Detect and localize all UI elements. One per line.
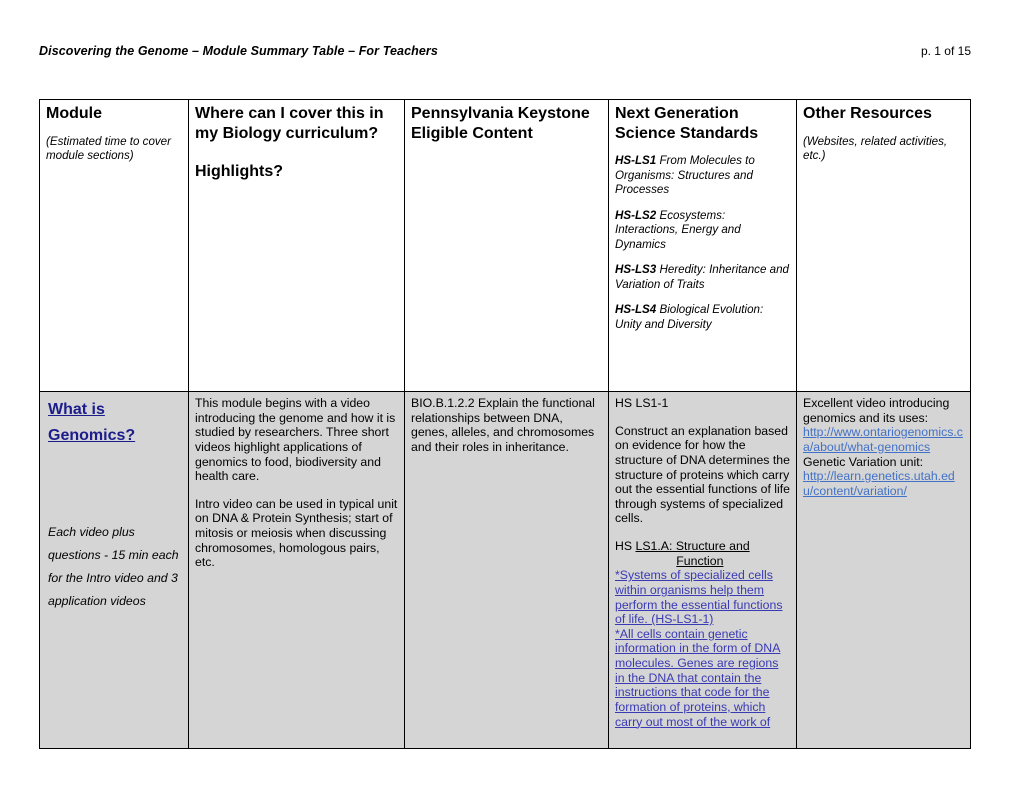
header-cell-ngss: Next Generation Science Standards HS-LS1… bbox=[608, 99, 797, 392]
cell-ngss-standards: HS LS1-1 Construct an explanation based … bbox=[608, 391, 797, 749]
ngss-bullet-1[interactable]: *Systems of specialized cells within org… bbox=[615, 568, 791, 627]
resource-link-learn-genetics[interactable]: http://learn.genetics.utah.edu/content/v… bbox=[803, 469, 965, 498]
table-row: What is Genomics? Each video plus questi… bbox=[39, 391, 971, 749]
ngss-performance-code: HS LS1-1 bbox=[615, 396, 669, 410]
resource-group-2: Genetic Variation unit: http://learn.gen… bbox=[803, 455, 965, 499]
document-title: Discovering the Genome – Module Summary … bbox=[39, 44, 438, 58]
curriculum-paragraph-2: Intro video can be used in typical unit … bbox=[195, 496, 398, 570]
ngss-standard-code: HS-LS1 bbox=[615, 154, 657, 168]
ngss-standard-code: HS-LS4 bbox=[615, 303, 657, 317]
ngss-disciplinary-core-idea: HS LS1.A: Structure and Function bbox=[615, 539, 791, 568]
cell-where-in-curriculum: This module begins with a video introduc… bbox=[188, 391, 405, 749]
column-subtitle-other-resources: (Websites, related activities, etc.) bbox=[803, 134, 948, 163]
cell-other-resources: Excellent video introducing genomics and… bbox=[796, 391, 971, 749]
column-title-where: Where can I cover this in my Biology cur… bbox=[195, 105, 384, 142]
curriculum-paragraph-1: This module begins with a video introduc… bbox=[195, 396, 396, 484]
column-title-ngss: Next Generation Science Standards bbox=[615, 105, 759, 142]
column-title-module: Module bbox=[46, 105, 102, 122]
header-cell-where: Where can I cover this in my Biology cur… bbox=[188, 99, 405, 392]
page-running-header: Discovering the Genome – Module Summary … bbox=[39, 44, 971, 58]
ngss-sub-heading-line2: Function bbox=[676, 553, 724, 568]
ngss-sub-prefix: HS bbox=[615, 539, 636, 553]
ngss-bullet-2[interactable]: *All cells contain genetic information i… bbox=[615, 627, 791, 729]
cell-keystone-content: BIO.B.1.2.2 Explain the functional relat… bbox=[404, 391, 609, 749]
column-title-keystone: Pennsylvania Keystone Eligible Content bbox=[411, 105, 590, 142]
ngss-performance-statement: Construct an explanation based on eviden… bbox=[615, 423, 790, 526]
resource-label-1: Excellent video introducing genomics and… bbox=[803, 396, 950, 425]
resource-link-ontariogenomics[interactable]: http://www.ontariogenomics.ca/about/what… bbox=[803, 425, 965, 454]
page-number: p. 1 of 15 bbox=[920, 44, 971, 58]
header-cell-module: Module (Estimated time to cover module s… bbox=[39, 99, 189, 392]
cell-module: What is Genomics? Each video plus questi… bbox=[39, 391, 189, 749]
ngss-standard-code: HS-LS2 bbox=[615, 208, 657, 222]
ngss-standard-code: HS-LS3 bbox=[615, 263, 657, 277]
header-cell-other-resources: Other Resources (Websites, related activ… bbox=[796, 99, 971, 392]
ngss-standard-hs-ls1: HS-LS1 From Molecules to Organisms: Stru… bbox=[615, 154, 791, 197]
column-title-other-resources: Other Resources bbox=[803, 105, 932, 122]
resource-label-2: Genetic Variation unit: bbox=[803, 454, 924, 469]
header-cell-keystone: Pennsylvania Keystone Eligible Content bbox=[404, 99, 609, 392]
ngss-sub-heading-line1: LS1.A: Structure and bbox=[635, 539, 750, 553]
column-subtitle-module: (Estimated time to cover module sections… bbox=[46, 134, 171, 163]
table-header-row: Module (Estimated time to cover module s… bbox=[39, 99, 971, 392]
keystone-eligible-content: BIO.B.1.2.2 Explain the functional relat… bbox=[411, 396, 595, 454]
module-link-what-is-genomics[interactable]: What is Genomics? bbox=[48, 397, 183, 449]
module-summary-table: Module (Estimated time to cover module s… bbox=[39, 99, 971, 749]
ngss-standard-hs-ls4: HS-LS4 Biological Evolution: Unity and D… bbox=[615, 303, 791, 332]
ngss-standard-hs-ls3: HS-LS3 Heredity: Inheritance and Variati… bbox=[615, 263, 791, 292]
module-time-estimate: Each video plus questions - 15 min each … bbox=[48, 524, 179, 609]
ngss-standard-hs-ls2: HS-LS2 Ecosystems: Interactions, Energy … bbox=[615, 209, 791, 252]
column-title-highlights: Highlights? bbox=[195, 163, 283, 181]
